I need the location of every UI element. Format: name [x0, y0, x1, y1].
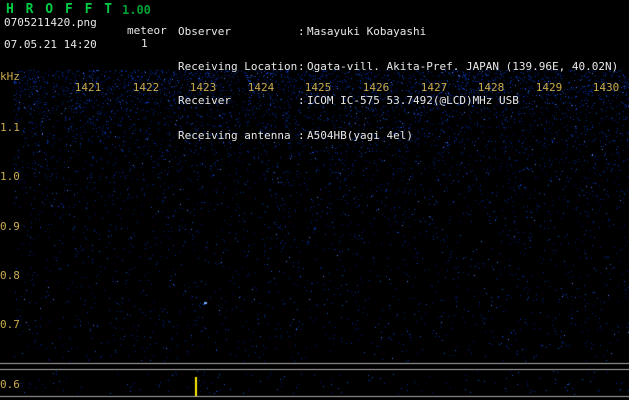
info-value: Ogata-vill. Akita-Pref. JAPAN (139.96E, …: [307, 61, 618, 73]
info-separator: :: [298, 26, 307, 38]
x-tick-1427: 1427: [421, 81, 448, 94]
info-label: Receiver: [178, 95, 298, 107]
info-row-antenna: Receiving antenna : A504HB(yagi 4el): [178, 130, 618, 142]
x-tick-1424: 1424: [248, 81, 275, 94]
output-filename: 0705211420.png: [4, 16, 97, 29]
app-version: 1.00: [122, 3, 151, 17]
info-separator: :: [298, 130, 307, 142]
y-tick-1.1: 1.1: [0, 121, 20, 134]
hrofft-spectrogram-screen: H R O F F T 1.00 0705211420.png meteor 1…: [0, 0, 629, 400]
info-value: A504HB(yagi 4el): [307, 130, 413, 142]
mode-label: meteor: [127, 24, 167, 37]
info-value: ICOM IC-575 53.7492(@LCD)MHz USB: [307, 95, 519, 107]
info-separator: :: [298, 61, 307, 73]
y-tick-0.7: 0.7: [0, 318, 20, 331]
info-row-location: Receiving Location : Ogata-vill. Akita-P…: [178, 61, 618, 73]
y-tick-0.8: 0.8: [0, 269, 20, 282]
x-tick-1426: 1426: [363, 81, 390, 94]
datetime-label: 07.05.21 14:20: [4, 38, 97, 51]
x-tick-1425: 1425: [305, 81, 332, 94]
info-label: Receiving Location: [178, 61, 298, 73]
info-row-observer: Observer : Masayuki Kobayashi: [178, 26, 618, 38]
info-separator: :: [298, 95, 307, 107]
x-tick-1421: 1421: [75, 81, 102, 94]
info-value: Masayuki Kobayashi: [307, 26, 426, 38]
meteor-count: 1: [141, 37, 148, 50]
x-tick-1422: 1422: [133, 81, 160, 94]
info-row-receiver: Receiver : ICOM IC-575 53.7492(@LCD)MHz …: [178, 95, 618, 107]
x-tick-1423: 1423: [190, 81, 217, 94]
y-tick-0.6: 0.6: [0, 378, 20, 391]
x-tick-1430: 1430: [593, 81, 620, 94]
info-label: Receiving antenna: [178, 130, 298, 142]
info-label: Observer: [178, 26, 298, 38]
y-tick-1.0: 1.0: [0, 170, 20, 183]
app-title: H R O F F T: [6, 2, 114, 17]
x-tick-1428: 1428: [478, 81, 505, 94]
y-tick-0.9: 0.9: [0, 220, 20, 233]
x-tick-1429: 1429: [536, 81, 563, 94]
y-axis-unit-label: kHz: [0, 70, 20, 83]
